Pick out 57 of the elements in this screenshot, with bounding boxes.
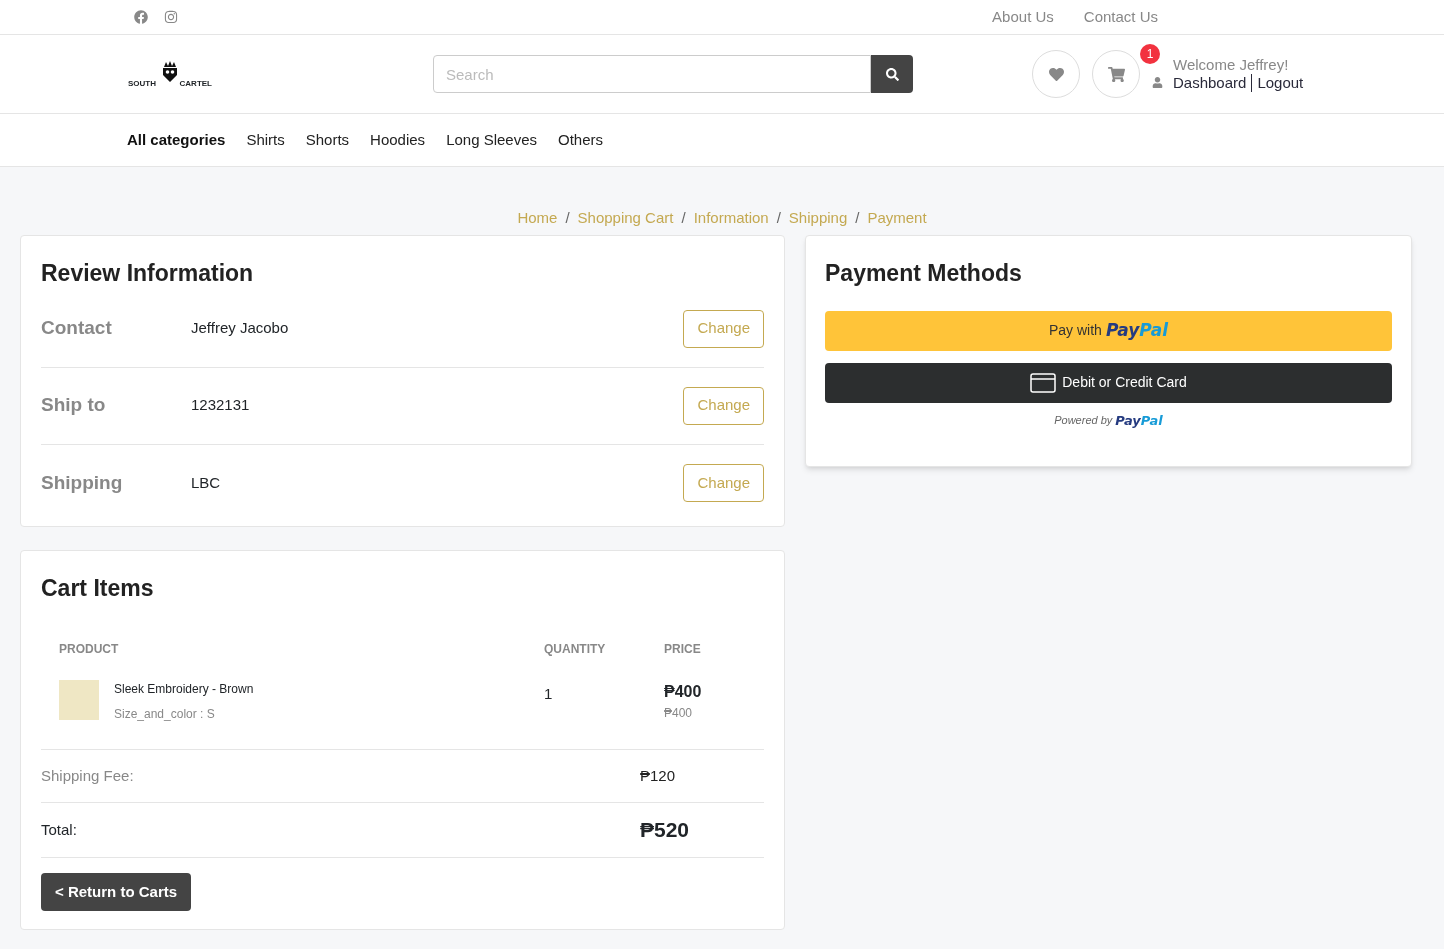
unit-price: ₱400: [664, 705, 694, 722]
shipping-fee-label: Shipping Fee:: [41, 765, 135, 786]
price-value: ₱400: [664, 682, 702, 702]
card-title: Review Information: [41, 259, 255, 288]
paypal-button[interactable]: Pay with PayPal: [825, 310, 1392, 351]
breadcrumb-separator: /: [855, 207, 860, 228]
logout-link[interactable]: Logout: [1257, 74, 1304, 92]
credit-card-icon: [1030, 372, 1057, 393]
cart-icon: [1107, 65, 1125, 83]
review-value: 1232131: [191, 395, 250, 416]
logo-text: CARTEL: [179, 79, 212, 88]
crown-shield-icon: [161, 60, 179, 83]
category-link[interactable]: Long Sleeves: [446, 128, 538, 152]
search-button[interactable]: [871, 55, 913, 93]
powered-by-text: Powered by: [1054, 413, 1113, 428]
card-button[interactable]: Debit or Credit Card: [825, 362, 1392, 403]
paypal-logo: PayPal: [1105, 318, 1168, 342]
heart-icon: [1048, 66, 1064, 82]
return-button[interactable]: < Return to Carts: [41, 873, 192, 911]
dashboard-link[interactable]: Dashboard: [1173, 74, 1247, 92]
total-label: Total:: [41, 819, 78, 840]
facebook-icon[interactable]: [134, 10, 148, 24]
breadcrumb-separator: /: [776, 207, 781, 228]
breadcrumb-separator: /: [565, 207, 570, 228]
card-title: Payment Methods: [825, 259, 1023, 288]
product-variant: Size_and_color : S: [114, 706, 216, 723]
category-link[interactable]: Shirts: [246, 128, 285, 152]
product-name[interactable]: Sleek Embroidery - Brown: [114, 680, 544, 698]
review-label: Contact: [41, 316, 113, 341]
review-label: Shipping: [41, 470, 124, 495]
quantity-value: 1: [544, 684, 554, 704]
column-header: PRODUCT: [59, 641, 120, 658]
user-icon: [1152, 76, 1163, 88]
shipping-fee-value: ₱120: [640, 765, 676, 786]
search-icon: [885, 67, 899, 81]
product-photo-placeholder: [59, 680, 99, 720]
review-value: Jeffrey Jacobo: [191, 318, 289, 339]
category-link[interactable]: Shorts: [305, 128, 350, 152]
total-value: ₱520: [640, 817, 690, 844]
logo-text: SOUTH: [128, 79, 156, 88]
card-title: Cart Items: [41, 573, 155, 603]
review-label: Ship to: [41, 393, 107, 418]
category-link[interactable]: All categories: [127, 128, 226, 152]
category-link[interactable]: Hoodies: [370, 128, 426, 152]
paypal-logo: PayPal: [1115, 411, 1163, 430]
search-field[interactable]: Search: [433, 55, 871, 93]
cart-count-badge: 1: [1140, 44, 1160, 64]
top-link[interactable]: Contact Us: [1083, 5, 1158, 29]
welcome-text: Welcome Jeffrey!: [1173, 56, 1290, 74]
logo[interactable]: SOUTH CARTEL: [128, 60, 212, 88]
breadcrumb-separator: /: [681, 207, 686, 228]
column-header: PRICE: [664, 641, 701, 658]
review-value: LBC: [191, 472, 221, 493]
top-link[interactable]: About Us: [992, 5, 1054, 29]
category-link[interactable]: Others: [558, 128, 604, 152]
instagram-icon[interactable]: [164, 10, 178, 24]
column-header: QUANTITY: [544, 641, 607, 658]
